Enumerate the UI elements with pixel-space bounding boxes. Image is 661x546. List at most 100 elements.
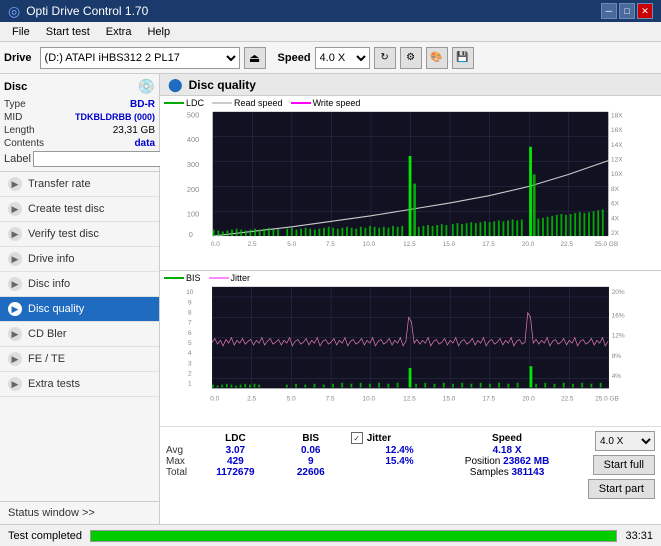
stats-table: LDC BIS ✓ Jitter Speed: [166, 431, 582, 478]
sidebar-item-transfer-rate[interactable]: ▶ Transfer rate: [0, 172, 159, 197]
sidebar-item-cd-bler[interactable]: ▶ CD Bler: [0, 322, 159, 347]
type-value: BD-R: [130, 99, 155, 110]
svg-text:18X: 18X: [611, 112, 623, 119]
bis-col-header: BIS: [275, 431, 347, 445]
status-window-button[interactable]: Status window >>: [0, 502, 159, 524]
fe-te-icon: ▶: [8, 352, 22, 366]
svg-text:3: 3: [188, 360, 192, 367]
max-label: Max: [166, 456, 196, 467]
drive-select[interactable]: (D:) ATAPI iHBS312 2 PL17: [40, 47, 240, 69]
content-header: ⬤ Disc quality: [160, 74, 661, 96]
app-icon: ◎: [8, 3, 20, 20]
svg-text:6X: 6X: [611, 201, 620, 208]
window-controls: ─ □ ✕: [601, 3, 653, 19]
svg-text:4X: 4X: [611, 215, 620, 222]
svg-text:5.0: 5.0: [287, 395, 296, 402]
maximize-button[interactable]: □: [619, 3, 635, 19]
extra-tests-icon: ▶: [8, 377, 22, 391]
start-full-button[interactable]: Start full: [593, 455, 655, 475]
bis-max: 9: [275, 456, 347, 467]
read-speed-legend-item: Read speed: [212, 98, 283, 108]
jitter-checkbox[interactable]: ✓: [351, 432, 363, 444]
drive-info-icon: ▶: [8, 252, 22, 266]
ldc-col-header: LDC: [196, 431, 275, 445]
svg-text:14X: 14X: [611, 142, 623, 149]
jitter-section: ✓ Jitter: [351, 432, 429, 444]
menu-help[interactable]: Help: [139, 24, 178, 40]
svg-text:8: 8: [188, 310, 192, 317]
svg-text:7.5: 7.5: [326, 395, 335, 402]
titlebar: ◎ Opti Drive Control 1.70 ─ □ ✕: [0, 0, 661, 22]
stats-section: LDC BIS ✓ Jitter Speed: [160, 426, 661, 503]
sidebar-item-disc-quality[interactable]: ▶ Disc quality: [0, 297, 159, 322]
write-speed-legend-item: Write speed: [291, 98, 361, 108]
ldc-max: 429: [196, 456, 275, 467]
refresh-button[interactable]: ↻: [374, 47, 396, 69]
theme-button[interactable]: 🎨: [426, 47, 448, 69]
create-test-label: Create test disc: [28, 203, 104, 215]
speed-col-header: Speed: [432, 431, 581, 445]
svg-text:16%: 16%: [612, 312, 625, 319]
svg-text:1: 1: [188, 381, 192, 388]
jitter-legend-label: Jitter: [231, 273, 251, 283]
sidebar-item-drive-info[interactable]: ▶ Drive info: [0, 247, 159, 272]
svg-text:6: 6: [188, 330, 192, 337]
sidebar-item-fe-te[interactable]: ▶ FE / TE: [0, 347, 159, 372]
jitter-col-header: Jitter: [367, 433, 391, 444]
label-input[interactable]: [33, 151, 167, 167]
svg-text:20.0: 20.0: [522, 241, 535, 248]
toolbar: Drive (D:) ATAPI iHBS312 2 PL17 ⏏ Speed …: [0, 42, 661, 74]
write-speed-legend-color: [291, 102, 311, 104]
mid-value: TDKBLDRBB (000): [75, 112, 155, 123]
ldc-legend-color: [164, 102, 184, 104]
speed-select[interactable]: 4.0 X: [315, 47, 370, 69]
verify-test-label: Verify test disc: [28, 228, 99, 240]
settings-button[interactable]: ⚙: [400, 47, 422, 69]
ldc-avg: 3.07: [196, 445, 275, 456]
eject-button[interactable]: ⏏: [244, 47, 266, 69]
progress-bar-fill: [91, 531, 616, 541]
speed-select-stats[interactable]: 4.0 X: [595, 431, 655, 451]
svg-text:200: 200: [187, 185, 199, 194]
write-speed-legend-label: Write speed: [313, 98, 361, 108]
statusbar: Test completed 33:31: [0, 524, 661, 546]
svg-text:0.0: 0.0: [211, 241, 220, 248]
chart-area: LDC Read speed Write speed: [160, 96, 661, 524]
menubar: File Start test Extra Help: [0, 22, 661, 42]
bottom-legend: BIS Jitter: [160, 271, 661, 285]
start-part-button[interactable]: Start part: [588, 479, 655, 499]
app-title: Opti Drive Control 1.70: [26, 4, 148, 18]
sidebar-item-create-test-disc[interactable]: ▶ Create test disc: [0, 197, 159, 222]
mid-label: MID: [4, 112, 22, 123]
menu-start-test[interactable]: Start test: [38, 24, 98, 40]
svg-text:0.0: 0.0: [210, 395, 219, 402]
jitter-max: 15.4%: [347, 456, 433, 467]
svg-text:12X: 12X: [611, 157, 623, 164]
menu-extra[interactable]: Extra: [98, 24, 140, 40]
svg-text:12.5: 12.5: [403, 241, 416, 248]
disc-info-icon: ▶: [8, 277, 22, 291]
save-button[interactable]: 💾: [452, 47, 474, 69]
extra-tests-label: Extra tests: [28, 378, 80, 390]
ldc-legend-label: LDC: [186, 98, 204, 108]
sidebar-item-verify-test-disc[interactable]: ▶ Verify test disc: [0, 222, 159, 247]
close-button[interactable]: ✕: [637, 3, 653, 19]
avg-label: Avg: [166, 445, 196, 456]
svg-text:300: 300: [187, 160, 199, 169]
disc-panel-icon: 💿: [138, 78, 155, 95]
svg-text:5.0: 5.0: [287, 241, 296, 248]
samples-val: 381143: [511, 467, 544, 478]
main-layout: Disc 💿 Type BD-R MID TDKBLDRBB (000) Len…: [0, 74, 661, 524]
total-label: Total: [166, 467, 196, 478]
svg-text:20.0: 20.0: [522, 395, 535, 402]
ldc-legend-item: LDC: [164, 98, 204, 108]
svg-text:10X: 10X: [611, 171, 623, 178]
sidebar-item-extra-tests[interactable]: ▶ Extra tests: [0, 372, 159, 397]
minimize-button[interactable]: ─: [601, 3, 617, 19]
top-legend: LDC Read speed Write speed: [160, 96, 661, 110]
svg-text:15.0: 15.0: [443, 241, 456, 248]
menu-file[interactable]: File: [4, 24, 38, 40]
type-label: Type: [4, 99, 26, 110]
disc-info-label: Disc info: [28, 278, 70, 290]
sidebar-item-disc-info[interactable]: ▶ Disc info: [0, 272, 159, 297]
